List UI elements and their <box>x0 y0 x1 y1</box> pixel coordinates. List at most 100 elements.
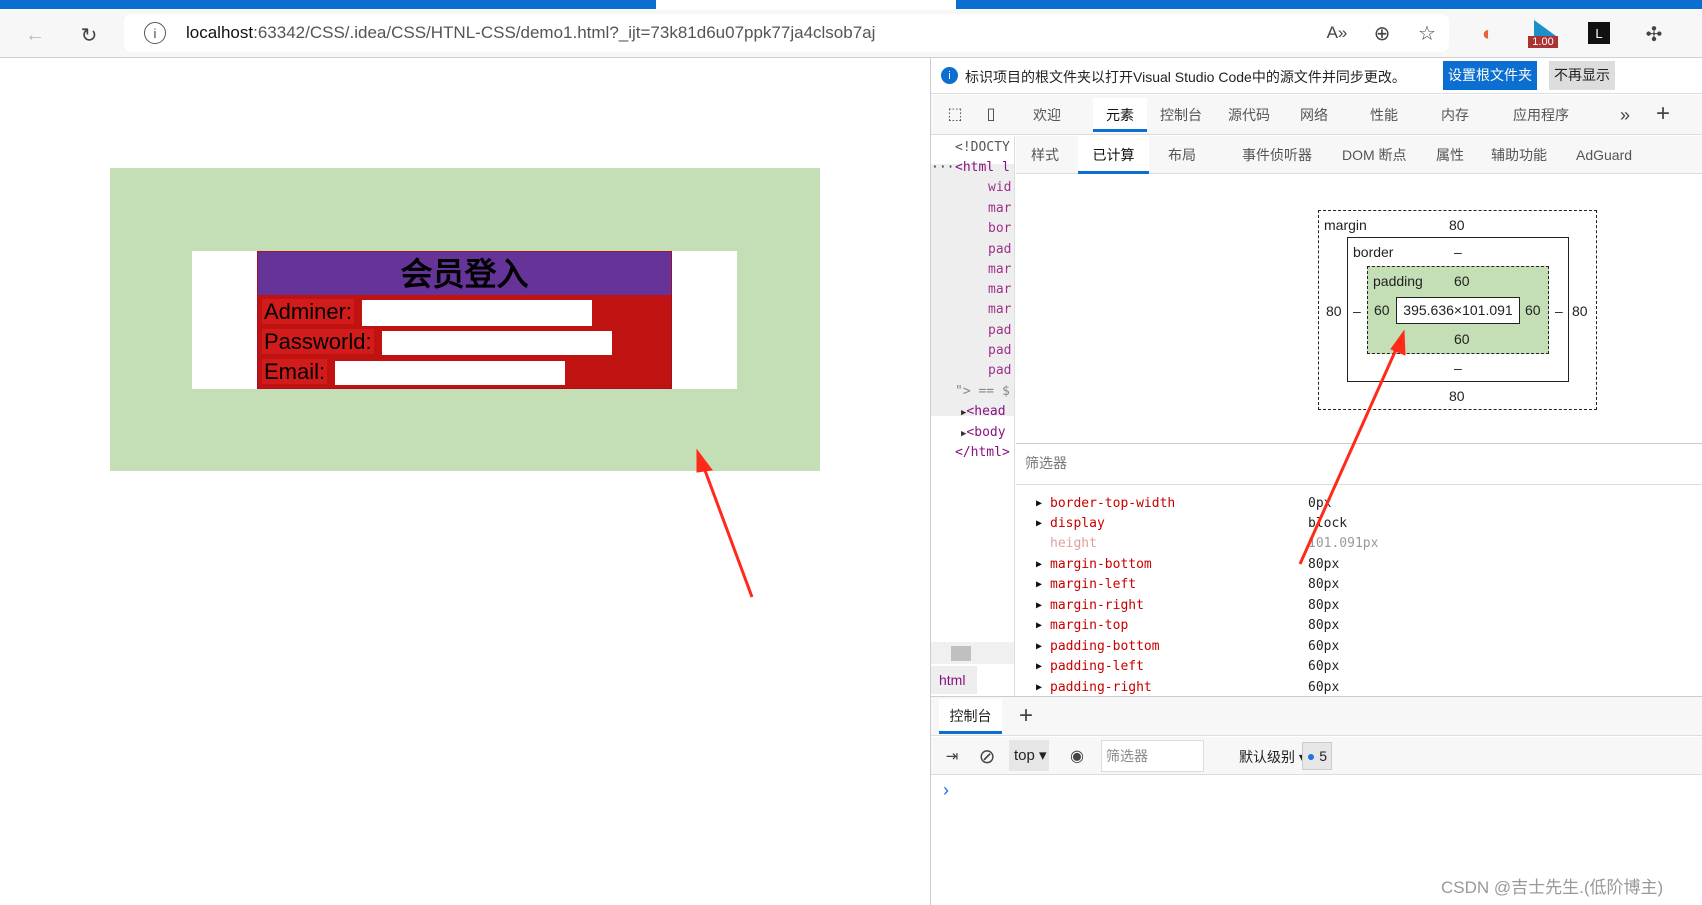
subtab-styles[interactable]: 样式 <box>1031 138 1059 172</box>
login-title: 会员登入 <box>258 252 671 295</box>
property-row[interactable]: ▶ margin-right 80px <box>1032 596 1702 616</box>
tab-application[interactable]: 应用程序 <box>1513 98 1569 132</box>
console-filter-input[interactable]: 筛选器 <box>1101 740 1204 772</box>
border-left-value[interactable]: – <box>1353 303 1361 319</box>
tab-performance[interactable]: 性能 <box>1370 98 1398 132</box>
add-tab-icon[interactable]: + <box>1651 100 1675 127</box>
subtab-computed[interactable]: 已计算 <box>1078 136 1149 174</box>
border-right-value[interactable]: – <box>1555 303 1563 319</box>
dom-line[interactable]: bor <box>988 221 1011 236</box>
tab-memory[interactable]: 内存 <box>1441 98 1469 132</box>
dom-line[interactable]: </html> <box>955 445 1010 460</box>
property-row[interactable]: ▶ display block <box>1032 514 1702 534</box>
zoom-icon[interactable]: ⊕ <box>1369 20 1395 46</box>
sidebar-toggle-icon[interactable]: ⇥ <box>941 745 963 767</box>
margin-left-value[interactable]: 80 <box>1326 303 1342 319</box>
padding-top-value[interactable]: 60 <box>1454 273 1470 289</box>
dom-line[interactable]: <head <box>966 404 1005 419</box>
property-row[interactable]: ▶ border-top-width 0px <box>1032 494 1702 514</box>
tab-sources[interactable]: 源代码 <box>1228 98 1270 132</box>
adminer-input[interactable] <box>362 300 593 327</box>
property-row[interactable]: height 101.091px <box>1032 534 1702 554</box>
tab-elements[interactable]: 元素 <box>1093 98 1147 132</box>
context-select[interactable]: top ▾ <box>1009 740 1049 771</box>
subtab-layout[interactable]: 布局 <box>1168 138 1196 172</box>
breadcrumb[interactable]: html <box>931 666 977 694</box>
extensions-icon[interactable]: ✣ <box>1640 20 1668 48</box>
clear-console-icon[interactable]: ⊘ <box>976 745 998 768</box>
padding-right-value[interactable]: 60 <box>1525 302 1541 318</box>
horizontal-scrollbar[interactable] <box>931 642 1014 664</box>
back-icon[interactable]: ← <box>20 20 50 50</box>
extension-icon[interactable]: 1.00 <box>1528 20 1560 56</box>
padding-label: padding <box>1373 273 1423 289</box>
border-bottom-value[interactable]: – <box>1454 360 1462 376</box>
drawer-add-tab-icon[interactable]: + <box>1015 702 1037 729</box>
padding-bottom-value[interactable]: 60 <box>1454 331 1470 347</box>
log-level-select[interactable]: 默认级别 ▾ <box>1239 747 1306 767</box>
computed-filter-input[interactable]: 筛选器 <box>1025 453 1067 473</box>
messages-count-button[interactable]: ● 5 <box>1302 742 1332 770</box>
url-text[interactable]: localhost:63342/CSS/.idea/CSS/HTNL-CSS/d… <box>186 23 875 43</box>
border-top-value[interactable]: – <box>1454 244 1462 260</box>
browser-tab[interactable] <box>0 0 656 9</box>
url-host: localhost <box>186 23 254 42</box>
dom-line[interactable]: mar <box>988 201 1011 216</box>
tab-network[interactable]: 网络 <box>1300 98 1328 132</box>
subtab-properties[interactable]: 属性 <box>1436 138 1464 172</box>
drawer-tab-console[interactable]: 控制台 <box>939 699 1002 734</box>
dom-line[interactable]: mar <box>988 262 1011 277</box>
email-input[interactable] <box>335 361 566 386</box>
dom-line[interactable]: <body <box>966 425 1005 440</box>
dont-show-again-button[interactable]: 不再显示 <box>1549 61 1615 90</box>
dom-line[interactable]: pad <box>988 343 1011 358</box>
field-row: Email: <box>262 357 612 387</box>
copilot-icon[interactable]: ◐ <box>1474 20 1502 48</box>
dom-line[interactable]: <!DOCTY <box>955 140 1010 155</box>
margin-top-value[interactable]: 80 <box>1449 217 1465 233</box>
subtab-adguard[interactable]: AdGuard <box>1576 138 1632 172</box>
margin-right-value[interactable]: 80 <box>1572 303 1588 319</box>
subtab-accessibility[interactable]: 辅助功能 <box>1491 138 1547 172</box>
browser-tab[interactable] <box>956 0 1702 9</box>
padding-left-value[interactable]: 60 <box>1374 302 1390 318</box>
read-aloud-icon[interactable]: A» <box>1324 20 1350 46</box>
console-prompt[interactable]: › <box>943 780 949 801</box>
dom-tree: <!DOCTY ··· <html l wid mar bor pad mar … <box>931 136 1015 696</box>
info-icon[interactable]: i <box>144 22 166 44</box>
dom-line[interactable]: pad <box>988 242 1011 257</box>
live-expression-eye-icon[interactable]: ◉ <box>1066 745 1088 767</box>
extension-l-icon[interactable]: L <box>1588 22 1610 44</box>
address-bar[interactable]: i localhost:63342/CSS/.idea/CSS/HTNL-CSS… <box>124 14 1449 52</box>
dom-line[interactable]: mar <box>988 302 1011 317</box>
property-row[interactable]: ▶ margin-left 80px <box>1032 575 1702 595</box>
device-emulation-icon[interactable]: ▯ <box>979 101 1003 127</box>
property-row[interactable]: ▶ margin-top 80px <box>1032 616 1702 636</box>
property-row[interactable]: ▶ padding-bottom 60px <box>1032 637 1702 657</box>
dom-line[interactable]: pad <box>988 363 1011 378</box>
property-row[interactable]: ▶ padding-left 60px <box>1032 657 1702 677</box>
reload-icon[interactable]: ↻ <box>74 20 104 50</box>
info-bar-text: 标识项目的根文件夹以打开Visual Studio Code中的源文件并同步更改… <box>965 69 1406 85</box>
dom-line[interactable]: "> == $ <box>955 384 1010 399</box>
tab-console[interactable]: 控制台 <box>1160 98 1202 132</box>
dom-line[interactable]: wid <box>988 180 1011 195</box>
subtab-dom-breakpoints[interactable]: DOM 断点 <box>1342 138 1407 172</box>
tab-welcome[interactable]: 欢迎 <box>1033 98 1061 132</box>
inspect-icon[interactable]: ⬚ <box>943 101 967 127</box>
dom-line[interactable]: pad <box>988 323 1011 338</box>
password-label: Passworld: <box>262 329 374 354</box>
dom-line[interactable]: <html l <box>955 160 1010 175</box>
more-tabs-icon[interactable]: » <box>1615 103 1635 127</box>
favorite-icon[interactable]: ☆ <box>1414 20 1440 46</box>
field-row: Passworld: <box>262 327 612 357</box>
property-row[interactable]: ▶ padding-right 60px <box>1032 678 1702 696</box>
subtab-event-listeners[interactable]: 事件侦听器 <box>1242 138 1312 172</box>
property-row[interactable]: ▶ margin-bottom 80px <box>1032 555 1702 575</box>
computed-properties-list: ▶ border-top-width 0px ▶ display block heigh… <box>1016 488 1702 696</box>
dom-line[interactable]: mar <box>988 282 1011 297</box>
margin-bottom-value[interactable]: 80 <box>1449 388 1465 404</box>
password-input[interactable] <box>381 331 612 356</box>
set-root-folder-button[interactable]: 设置根文件夹 <box>1443 61 1537 90</box>
box-model-content-size[interactable]: 395.636×101.091 <box>1396 297 1520 324</box>
